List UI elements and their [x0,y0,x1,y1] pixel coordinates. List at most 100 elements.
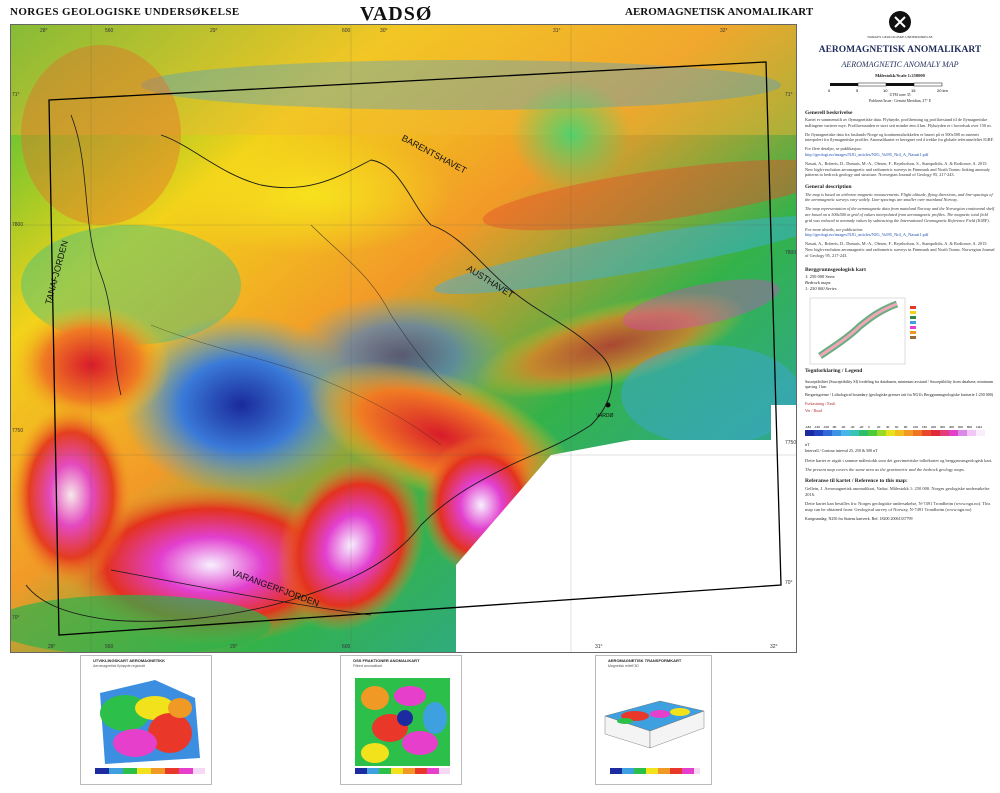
colorbar-unit: nT [805,442,810,447]
colorbar-tick: -130 [814,425,820,429]
colorbar-swatch [886,429,895,436]
colorbar-swatch [958,429,967,436]
logo-text: NORGES GEOLOGISKE UNDERSØKELSE [867,35,933,39]
colorbar: -182 -130 -100 -80 -60 -40 -20 0 20 40 60 80 100 150 2… [805,425,985,447]
legend-item: Vei / Road [805,408,822,414]
tick-right: 7750 [785,440,797,446]
colorbar-tick: -40 [850,425,855,429]
tick-bottom: 600 [342,644,351,650]
ngu-logo-icon [889,11,911,33]
colorbar-swatches: -182 -130 -100 -80 -60 -40 -20 0 20 40 60 80 100 150 2… [805,425,985,436]
map-header-type: AEROMAGNETISK ANOMALIKART [625,6,814,18]
inset-colorbar [610,768,700,774]
tick-bottom: 29° [230,644,238,650]
town-marker [605,402,611,408]
panel-subtitle: AEROMAGNETIC ANOMALY MAP [841,59,959,69]
scale-tick: 15 [911,88,916,93]
tick-left: 7750 [12,428,24,434]
inset-3d-image [604,700,705,749]
order-text: Dette kartet kan bestilles fra: Norges g… [805,500,991,512]
colorbar-swatch [931,429,940,436]
scale-tick: 10 [883,88,888,93]
tick-right: 70° [785,580,793,586]
inset-title: UTVIKLINGSKART AEROMAGNETIKK [93,658,166,663]
inset-colorbar [355,768,450,774]
map-header-publisher: NORGES GEOLOGISKE UNDERSØKELSE [10,6,240,18]
tick-left: 71° [12,92,20,98]
colorbar-swatch [841,429,850,436]
bedrock-text: 1: 250 000 Series [805,286,837,292]
colorbar-swatch [832,429,841,436]
tick-right: 71° [785,92,793,98]
legend-item: Bergartsgrense / Lithological boundary (… [805,392,994,398]
colorbar-tick: 40 [886,425,890,429]
ref-text: Gellein, J. Aeromagnetisk anomalikart, V… [805,485,990,497]
tick-top: 31° [553,28,561,34]
bedrock-title: Berggrunnsgeologisk kart [805,266,866,273]
section-text: Kartet er sammenstilt av flymagnetiske d… [805,117,992,128]
label-vardo: VARDØ [596,413,614,419]
legend-panel: NORGES GEOLOGISKE UNDERSØKELSE AEROMAGNE… [805,10,995,788]
panel-title: AEROMAGNETISK ANOMALIKART [818,44,982,55]
ref-title: Referanse til kartet / Reference to this… [805,478,908,485]
colorbar-swatch [859,429,868,436]
publication-link[interactable]: http://geologi.no/images/NJG_articles/NJ… [805,152,995,158]
colorbar-tick: 20 [877,425,881,429]
colorbar-swatch [967,429,976,436]
section-title: Generell beskrivelse [805,109,853,116]
scale-tick: 20 km [937,88,949,93]
section-text: The map is based on airborne magnetic me… [805,191,993,203]
colorbar-tick: -80 [832,425,837,429]
colorbar-swatch [904,429,913,436]
inset-subtitle: Magnetisk relieff 3D [608,664,639,668]
inset-title: AEROMAGNETISK TRANSFORMKART [608,658,682,663]
tick-top: 28° [40,28,48,34]
tick-top: 600 [342,28,351,34]
inset-colorbar [95,768,205,774]
inset-map-3d[interactable]: AEROMAGNETISK TRANSFORMKART Magnetisk re… [595,655,712,785]
tick-bottom: 28° [48,644,56,650]
bedrock-index-map[interactable] [805,296,985,366]
colorbar-swatch [823,429,832,436]
inset-map-filtered[interactable]: OSS FRAKTIONER ANOMALIKART Filtrert anom… [340,655,462,785]
colorbar-tick: 800 [967,425,972,429]
publication-text: Publisert/Issue : Gemini Meridian, 27° E [868,98,932,103]
publication-link[interactable]: http://geologi.no/images/NJG_articles/NJ… [805,232,995,238]
note-en: The present map covers the same area as … [805,467,965,473]
note-no: Dette kartet er utgitt i samme målestokk… [805,458,993,463]
colorbar-tick: 60 [895,425,899,429]
colorbar-tick: 300 [940,425,945,429]
aeromagnetic-map[interactable]: BARENTSHAVET AUSTHAVET TANAFJORDEN VARAN… [10,24,797,653]
inset-map-regional[interactable]: UTVIKLINGSKART AEROMAGNETIKK Aeromagneti… [80,655,212,785]
footer-text: Kartgrunnlag: N250 fra Statens kartverk.… [805,515,913,521]
colorbar-tick: 100 [913,425,918,429]
legend-item: Susceptibilitet (Susceptibility SI) ford… [805,378,993,390]
tick-left: 70° [12,615,20,621]
colorbar-tick: -182 [805,425,811,429]
section-text: The map representation of the aeromagnet… [805,206,995,223]
colorbar-swatch [949,429,958,436]
inset-regional-image [95,678,205,766]
section-title: General description [805,184,852,191]
section-text: Nasuti, A., Roberts, D., Dumais, M.-A., … [805,160,990,178]
colorbar-swatch [877,429,886,436]
colorbar-swatch [922,429,931,436]
colorbar-tick: -60 [841,425,846,429]
section-text: Nasuti, A., Roberts, D., Dumais, M.-A., … [805,241,995,258]
colorbar-tick: 400 [949,425,954,429]
scale-bar: 0 5 10 15 20 km [828,83,949,93]
tick-top: 29° [210,28,218,34]
colorbar-tick: 200 [931,425,936,429]
colorbar-swatch [940,429,949,436]
scale-text: Målestokk/Scale 1:250000 [875,73,925,79]
tick-right: 7800 [785,250,797,256]
tick-bottom: 31° [595,644,603,650]
colorbar-tick: 150 [922,425,927,429]
colorbar-swatch [814,429,823,436]
map-canvas: BARENTSHAVET AUSTHAVET TANAFJORDEN VARAN… [11,25,796,652]
colorbar-tick: 600 [958,425,963,429]
tick-bottom: 32° [770,644,778,650]
inset-subtitle: Aeromagnetisk flyhøyde regionalt [93,664,145,668]
colorbar-tick: -100 [823,425,829,429]
colorbar-swatch [805,429,814,436]
